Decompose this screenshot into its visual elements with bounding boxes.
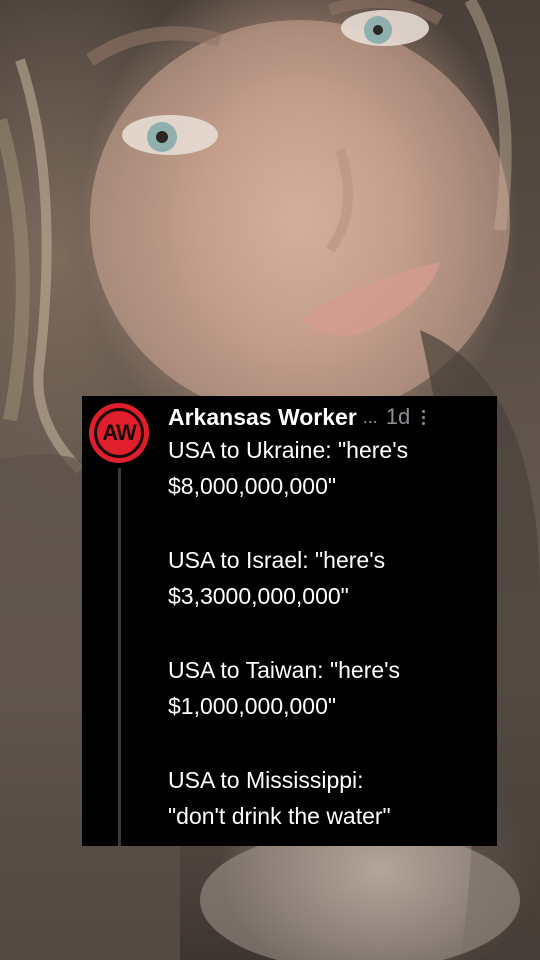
timestamp[interactable]: 1d (386, 404, 410, 430)
tweet-paragraph: USA to Ukraine: "here's $8,000,000,000" (168, 432, 490, 504)
avatar-logo-text: AW (102, 420, 136, 445)
tweet-line: USA to Mississippi: (168, 767, 364, 793)
tweet-header: Arkansas Worker ... 1d (168, 400, 490, 434)
more-icon[interactable] (422, 407, 426, 427)
tweet-body: USA to Ukraine: "here's $8,000,000,000" … (168, 432, 490, 834)
tweet-line: USA to Israel: "here's (168, 547, 386, 573)
author-name[interactable]: Arkansas Worker (168, 404, 357, 431)
tweet-paragraph: USA to Taiwan: "here's $1,000,000,000" (168, 652, 490, 724)
author-truncation: ... (362, 406, 378, 427)
avatar[interactable]: AW (89, 403, 149, 463)
tweet-card[interactable]: AW Arkansas Worker ... 1d USA to Ukraine… (82, 396, 497, 846)
tweet-line: $3,3000,000,000" (168, 583, 349, 609)
thread-line (118, 468, 121, 846)
tweet-line: $1,000,000,000" (168, 693, 337, 719)
tweet-paragraph: USA to Israel: "here's $3,3000,000,000" (168, 542, 490, 614)
tweet-paragraph: USA to Mississippi: "don't drink the wat… (168, 762, 490, 834)
tweet-line: $8,000,000,000" (168, 473, 337, 499)
tweet-line: USA to Ukraine: "here's (168, 437, 409, 463)
tweet-line: USA to Taiwan: "here's (168, 657, 401, 683)
background-photo: AW Arkansas Worker ... 1d USA to Ukraine… (0, 0, 540, 960)
tweet-line: "don't drink the water" (168, 803, 391, 829)
